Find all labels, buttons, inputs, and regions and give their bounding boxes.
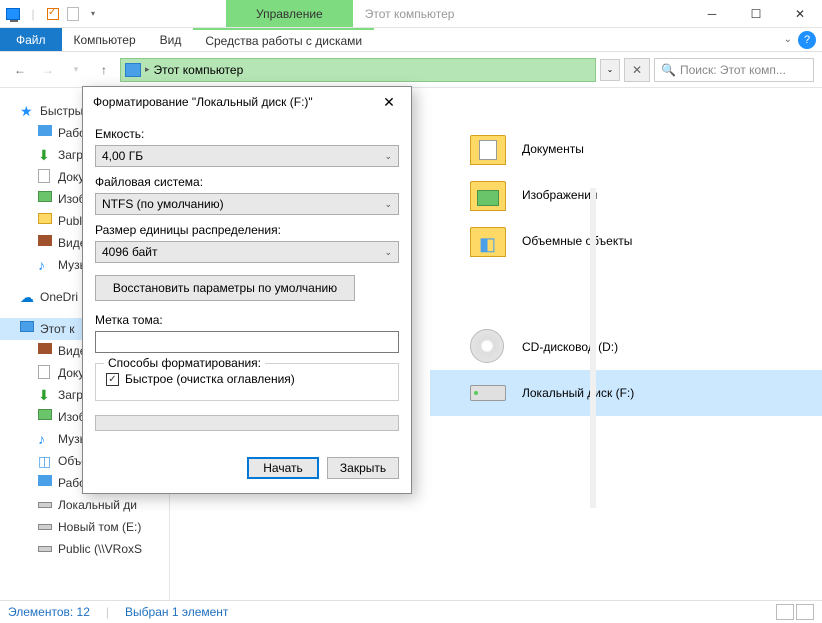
start-button[interactable]: Начать bbox=[247, 457, 319, 479]
selection-count: Выбран 1 элемент bbox=[125, 605, 228, 619]
recent-dropdown-icon[interactable]: ▾ bbox=[64, 58, 88, 82]
address-text[interactable]: Этот компьютер bbox=[154, 63, 244, 77]
search-box[interactable]: 🔍 Поиск: Этот комп... bbox=[654, 58, 814, 82]
breadcrumb-arrow[interactable]: ▸ bbox=[145, 64, 150, 75]
drive-icon bbox=[470, 385, 506, 401]
allocation-label: Размер единицы распределения: bbox=[95, 223, 399, 237]
quick-format-checkbox[interactable]: ✓ Быстрое (очистка оглавления) bbox=[106, 372, 388, 386]
minimize-button[interactable]: ─ bbox=[690, 0, 734, 28]
dialog-title: Форматирование "Локальный диск (F:)" bbox=[93, 95, 377, 109]
address-bar[interactable]: ▸ Этот компьютер bbox=[120, 58, 596, 82]
cube-icon: ◫ bbox=[38, 453, 54, 469]
maximize-button[interactable]: ☐ bbox=[734, 0, 778, 28]
capacity-label: Емкость: bbox=[95, 127, 399, 141]
forward-button[interactable]: → bbox=[36, 58, 60, 82]
volume-label: Метка тома: bbox=[95, 313, 399, 327]
capacity-select[interactable]: 4,00 ГБ⌄ bbox=[95, 145, 399, 167]
folder-item[interactable]: Объемные объекты bbox=[430, 218, 822, 264]
restore-defaults-button[interactable]: Восстановить параметры по умолчанию bbox=[95, 275, 355, 301]
pc-icon[interactable] bbox=[4, 5, 22, 23]
contextual-tab[interactable]: Управление bbox=[226, 0, 353, 27]
drive-tools-tab[interactable]: Средства работы с дисками bbox=[193, 28, 374, 51]
blank-icon[interactable] bbox=[64, 5, 82, 23]
details-view-icon[interactable] bbox=[776, 604, 794, 620]
progress-bar bbox=[95, 415, 399, 431]
quick-access-toolbar: | ▾ bbox=[0, 5, 106, 23]
drive-item-selected[interactable]: Локальный диск (F:) bbox=[430, 370, 822, 416]
close-dialog-button[interactable]: Закрыть bbox=[327, 457, 399, 479]
format-options-group: Способы форматирования: ✓ Быстрое (очист… bbox=[95, 363, 399, 401]
drive-item[interactable]: CD-дисковод (D:) bbox=[430, 324, 822, 370]
help-icon[interactable]: ? bbox=[798, 31, 816, 49]
properties-icon[interactable] bbox=[44, 5, 62, 23]
dialog-close-button[interactable]: ✕ bbox=[377, 90, 401, 114]
downloads-icon: ⬇ bbox=[38, 147, 54, 163]
checkbox-icon: ✓ bbox=[106, 373, 119, 386]
close-button[interactable]: ✕ bbox=[778, 0, 822, 28]
computer-tab[interactable]: Компьютер bbox=[62, 28, 148, 51]
view-tab[interactable]: Вид bbox=[148, 28, 194, 51]
chevron-down-icon: ⌄ bbox=[384, 247, 392, 258]
divider: | bbox=[24, 5, 42, 23]
dialog-titlebar[interactable]: Форматирование "Локальный диск (F:)" ✕ bbox=[83, 87, 411, 117]
file-tab[interactable]: Файл bbox=[0, 28, 62, 51]
nav-toolbar: ← → ▾ ↑ ▸ Этот компьютер ⌄ ✕ 🔍 Поиск: Эт… bbox=[0, 52, 822, 88]
search-placeholder: Поиск: Этот комп... bbox=[680, 63, 786, 77]
documents-icon bbox=[470, 135, 506, 165]
tree-item[interactable]: Локальный ди bbox=[0, 494, 169, 516]
star-icon: ★ bbox=[20, 103, 36, 119]
tiles-view-icon[interactable] bbox=[796, 604, 814, 620]
search-icon: 🔍 bbox=[661, 63, 676, 77]
tree-item[interactable]: Новый том (E:) bbox=[0, 516, 169, 538]
folder-item[interactable]: Изображения bbox=[430, 172, 822, 218]
status-bar: Элементов: 12 | Выбран 1 элемент bbox=[0, 600, 822, 623]
item-count: Элементов: 12 bbox=[8, 605, 90, 619]
ribbon-collapse-icon[interactable]: ⌄ bbox=[784, 34, 792, 45]
up-button[interactable]: ↑ bbox=[92, 58, 116, 82]
onedrive-icon: ☁ bbox=[20, 289, 36, 305]
window-title: Этот компьютер bbox=[353, 0, 467, 27]
disc-icon bbox=[470, 329, 504, 363]
music-icon: ♪ bbox=[38, 257, 54, 273]
pictures-icon bbox=[470, 181, 506, 211]
tree-item[interactable]: Public (\\VRoxS bbox=[0, 538, 169, 560]
scrollbar[interactable] bbox=[590, 188, 596, 508]
titlebar: | ▾ Управление Этот компьютер ─ ☐ ✕ bbox=[0, 0, 822, 28]
address-dropdown-icon[interactable]: ⌄ bbox=[600, 59, 620, 81]
back-button[interactable]: ← bbox=[8, 58, 32, 82]
allocation-select[interactable]: 4096 байт⌄ bbox=[95, 241, 399, 263]
filesystem-label: Файловая система: bbox=[95, 175, 399, 189]
chevron-down-icon: ⌄ bbox=[384, 151, 392, 162]
volume-input[interactable] bbox=[95, 331, 399, 353]
refresh-stop-button[interactable]: ✕ bbox=[624, 58, 650, 82]
downloads-icon: ⬇ bbox=[38, 387, 54, 403]
chevron-down-icon: ⌄ bbox=[384, 199, 392, 210]
qat-dropdown-icon[interactable]: ▾ bbox=[84, 5, 102, 23]
folder-item[interactable]: Документы bbox=[430, 126, 822, 172]
music-icon: ♪ bbox=[38, 431, 54, 447]
format-dialog: Форматирование "Локальный диск (F:)" ✕ Е… bbox=[82, 86, 412, 494]
objects-icon bbox=[470, 227, 506, 257]
ribbon-tabs: Файл Компьютер Вид Средства работы с дис… bbox=[0, 28, 822, 52]
format-options-label: Способы форматирования: bbox=[104, 356, 265, 370]
filesystem-select[interactable]: NTFS (по умолчанию)⌄ bbox=[95, 193, 399, 215]
pc-icon bbox=[125, 63, 141, 77]
